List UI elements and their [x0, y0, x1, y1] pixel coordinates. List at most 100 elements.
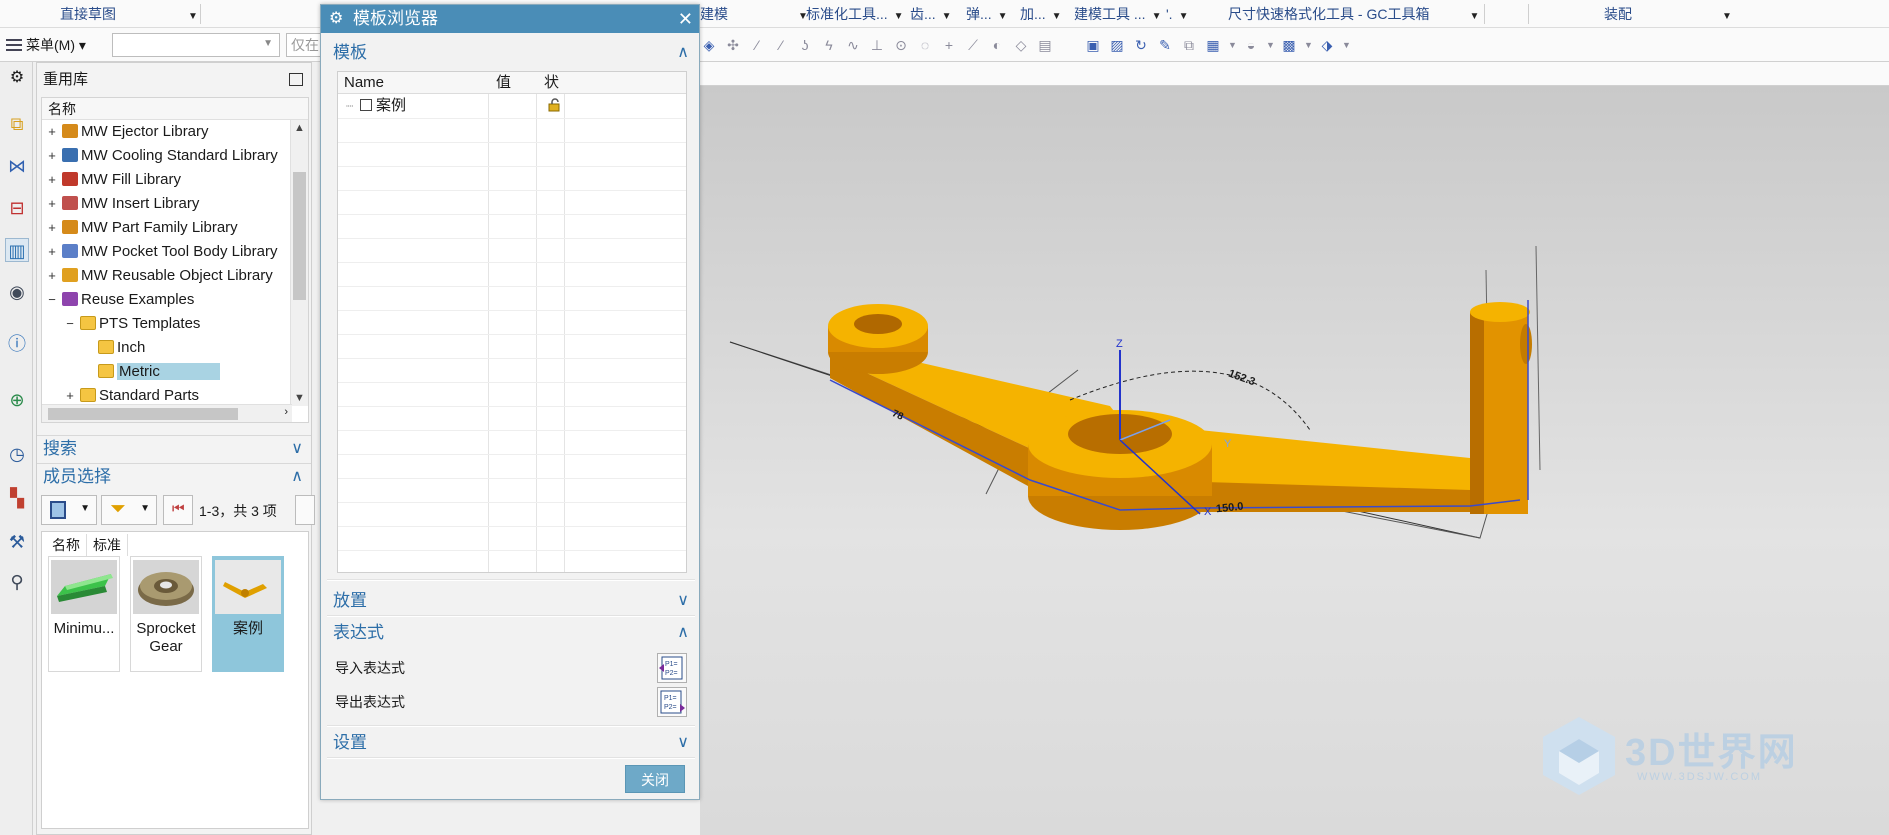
circle-point-icon[interactable]: ⊙: [892, 36, 910, 54]
render-icon[interactable]: ⬗: [1318, 36, 1336, 54]
robot-icon[interactable]: ⚲: [5, 570, 29, 594]
view-mode-button[interactable]: ▼: [41, 495, 97, 525]
ribbon-modeling-tools[interactable]: 建模工具 ... ▼: [1074, 0, 1161, 28]
expand-icon[interactable]: +: [46, 192, 58, 216]
member-card[interactable]: Sprocket Gear: [130, 556, 202, 672]
template-section-header[interactable]: 模板 ∧: [321, 39, 699, 67]
tools-icon[interactable]: ⚒: [5, 530, 29, 554]
view-icon[interactable]: ▣: [1084, 36, 1102, 54]
table-row[interactable]: ┈ 案例: [338, 94, 686, 118]
line2-icon[interactable]: ⁄: [772, 36, 790, 54]
export-expression-button[interactable]: P1= P2=: [657, 687, 687, 717]
web-browser-icon[interactable]: ⊕: [5, 388, 29, 412]
gear-icon[interactable]: ⚙: [5, 66, 29, 90]
expand-icon[interactable]: +: [46, 240, 58, 264]
tree-item[interactable]: Inch: [82, 336, 145, 360]
expression-section-header[interactable]: 表达式 ∧: [321, 619, 699, 647]
reuse-library-icon[interactable]: ▥: [5, 238, 29, 262]
tree-item[interactable]: − PTS Templates: [64, 312, 200, 336]
header-name[interactable]: Name: [338, 72, 384, 94]
pen-icon[interactable]: ✎: [1156, 36, 1174, 54]
tree-item[interactable]: + MW Part Family Library: [46, 216, 237, 240]
shade-icon[interactable]: ◒: [1242, 36, 1260, 54]
expand-icon[interactable]: +: [46, 168, 58, 192]
collapse-icon[interactable]: −: [46, 288, 58, 312]
tree-item[interactable]: + MW Ejector Library: [46, 120, 208, 144]
settings-section-header[interactable]: 设置 ∨: [321, 729, 699, 757]
col-standard[interactable]: 标准: [87, 534, 128, 556]
ribbon-modeling[interactable]: 建模 ▼: [700, 0, 808, 28]
reuse-library-panel: 重用库 名称 + MW Ejector Library + MW Cooling St…: [36, 62, 315, 835]
tree-item[interactable]: + MW Reusable Object Library: [46, 264, 273, 288]
dialog-titlebar[interactable]: ⚙ 模板浏览器 ✕: [321, 5, 699, 33]
grid-icon[interactable]: ✣: [724, 36, 742, 54]
ribbon-spring[interactable]: 弹... ▼: [966, 0, 1008, 28]
expand-icon[interactable]: +: [46, 264, 58, 288]
line-icon[interactable]: ⁄: [748, 36, 766, 54]
box-icon[interactable]: ▩: [1280, 36, 1298, 54]
constraint-icon[interactable]: ⊟: [5, 196, 29, 220]
expand-icon[interactable]: +: [46, 120, 58, 144]
arc-icon[interactable]: ◐: [988, 36, 1006, 54]
filter-button[interactable]: ⏷ ▼: [101, 495, 157, 525]
close-icon[interactable]: ✕: [678, 5, 693, 33]
tree-item[interactable]: − Reuse Examples: [46, 288, 194, 312]
menu-button[interactable]: 菜单(M) ▾: [6, 34, 86, 56]
ribbon-gear[interactable]: 齿... ▼: [910, 0, 952, 28]
copy-icon[interactable]: ⧉: [1180, 36, 1198, 54]
close-button[interactable]: 关闭: [625, 765, 685, 793]
import-expression-button[interactable]: P1= P2=: [657, 653, 687, 683]
first-page-button[interactable]: ⏮: [163, 495, 193, 525]
member-card-selected[interactable]: 案例: [212, 556, 284, 672]
wave-icon[interactable]: ∿: [844, 36, 862, 54]
header-state[interactable]: 状: [538, 72, 559, 94]
member-card[interactable]: Minimu...: [48, 556, 120, 672]
assembly-navigator-icon[interactable]: ⋈: [5, 154, 29, 178]
expand-icon[interactable]: +: [46, 216, 58, 240]
ribbon-add[interactable]: 加... ▼: [1020, 0, 1062, 28]
row-checkbox[interactable]: [360, 99, 372, 111]
tree-item[interactable]: + MW Fill Library: [46, 168, 181, 192]
plus-point-icon[interactable]: +: [940, 36, 958, 54]
ribbon-misc[interactable]: '. ▼: [1166, 0, 1188, 28]
layers-icon[interactable]: ▤: [1036, 36, 1054, 54]
face-icon[interactable]: ◇: [1012, 36, 1030, 54]
tree-vertical-scrollbar[interactable]: ▲ ▼: [290, 120, 308, 406]
graphics-viewport[interactable]: Z X Y 152.3 150.0 78 3D世界网 WWW.3DSJW.COM: [700, 86, 1889, 835]
refresh-icon[interactable]: ↻: [1132, 36, 1150, 54]
curve-icon[interactable]: ʖ: [796, 36, 814, 54]
collapse-icon[interactable]: −: [64, 312, 76, 336]
selection-filter-combo[interactable]: ▼: [112, 33, 280, 57]
maximize-icon[interactable]: [289, 73, 303, 86]
palette-icon[interactable]: ▚: [5, 486, 29, 510]
expand-icon[interactable]: +: [46, 144, 58, 168]
header-value[interactable]: 值: [490, 72, 511, 94]
info-icon[interactable]: ⓘ: [5, 332, 29, 356]
col-name[interactable]: 名称: [46, 534, 87, 556]
part-navigator-icon[interactable]: ⧉: [5, 112, 29, 136]
gear-icon[interactable]: ⚙: [329, 5, 343, 33]
eye-icon[interactable]: ◉: [5, 280, 29, 304]
ribbon-dropdown[interactable]: ▼: [182, 0, 198, 28]
spline-icon[interactable]: ϟ: [820, 36, 838, 54]
table-icon[interactable]: ▦: [1204, 36, 1222, 54]
ribbon-assembly[interactable]: 装配 ▼: [1604, 0, 1732, 28]
tree-item[interactable]: + MW Cooling Standard Library: [46, 144, 278, 168]
tree-item[interactable]: Metric: [82, 360, 220, 384]
ribbon-gc-toolbox[interactable]: 尺寸快速格式化工具 - GC工具箱 ▼: [1228, 0, 1479, 28]
placement-section-header[interactable]: 放置 ∨: [321, 587, 699, 615]
image-icon[interactable]: ▨: [1108, 36, 1126, 54]
member-select-header[interactable]: 成员选择 ∧: [37, 463, 311, 489]
cube-icon[interactable]: ◈: [700, 36, 718, 54]
perp-icon[interactable]: ⊥: [868, 36, 886, 54]
tangent-icon[interactable]: ⟋: [964, 36, 982, 54]
history-icon[interactable]: ◷: [5, 442, 29, 466]
quadrant-icon[interactable]: ◌: [916, 36, 934, 54]
ribbon-direct-sketch[interactable]: 直接草图: [60, 0, 116, 28]
tree-item[interactable]: + MW Pocket Tool Body Library: [46, 240, 277, 264]
ribbon-standard-tools[interactable]: 标准化工具... ▼: [806, 0, 904, 28]
tree-item[interactable]: + MW Insert Library: [46, 192, 199, 216]
tree-horizontal-scrollbar[interactable]: ›: [42, 404, 292, 422]
next-page-button[interactable]: [295, 495, 315, 525]
search-section-header[interactable]: 搜索 ∨: [37, 435, 311, 461]
